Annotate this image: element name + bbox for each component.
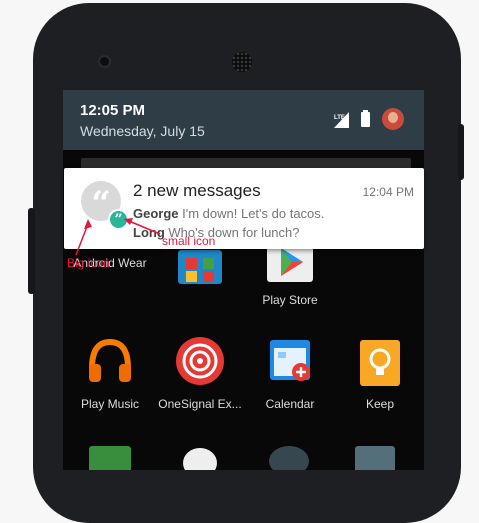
annotation-arrows <box>75 218 161 256</box>
small-icon-annotation: small icon <box>162 234 216 248</box>
big-icon-annotation: Big icon <box>67 256 110 270</box>
